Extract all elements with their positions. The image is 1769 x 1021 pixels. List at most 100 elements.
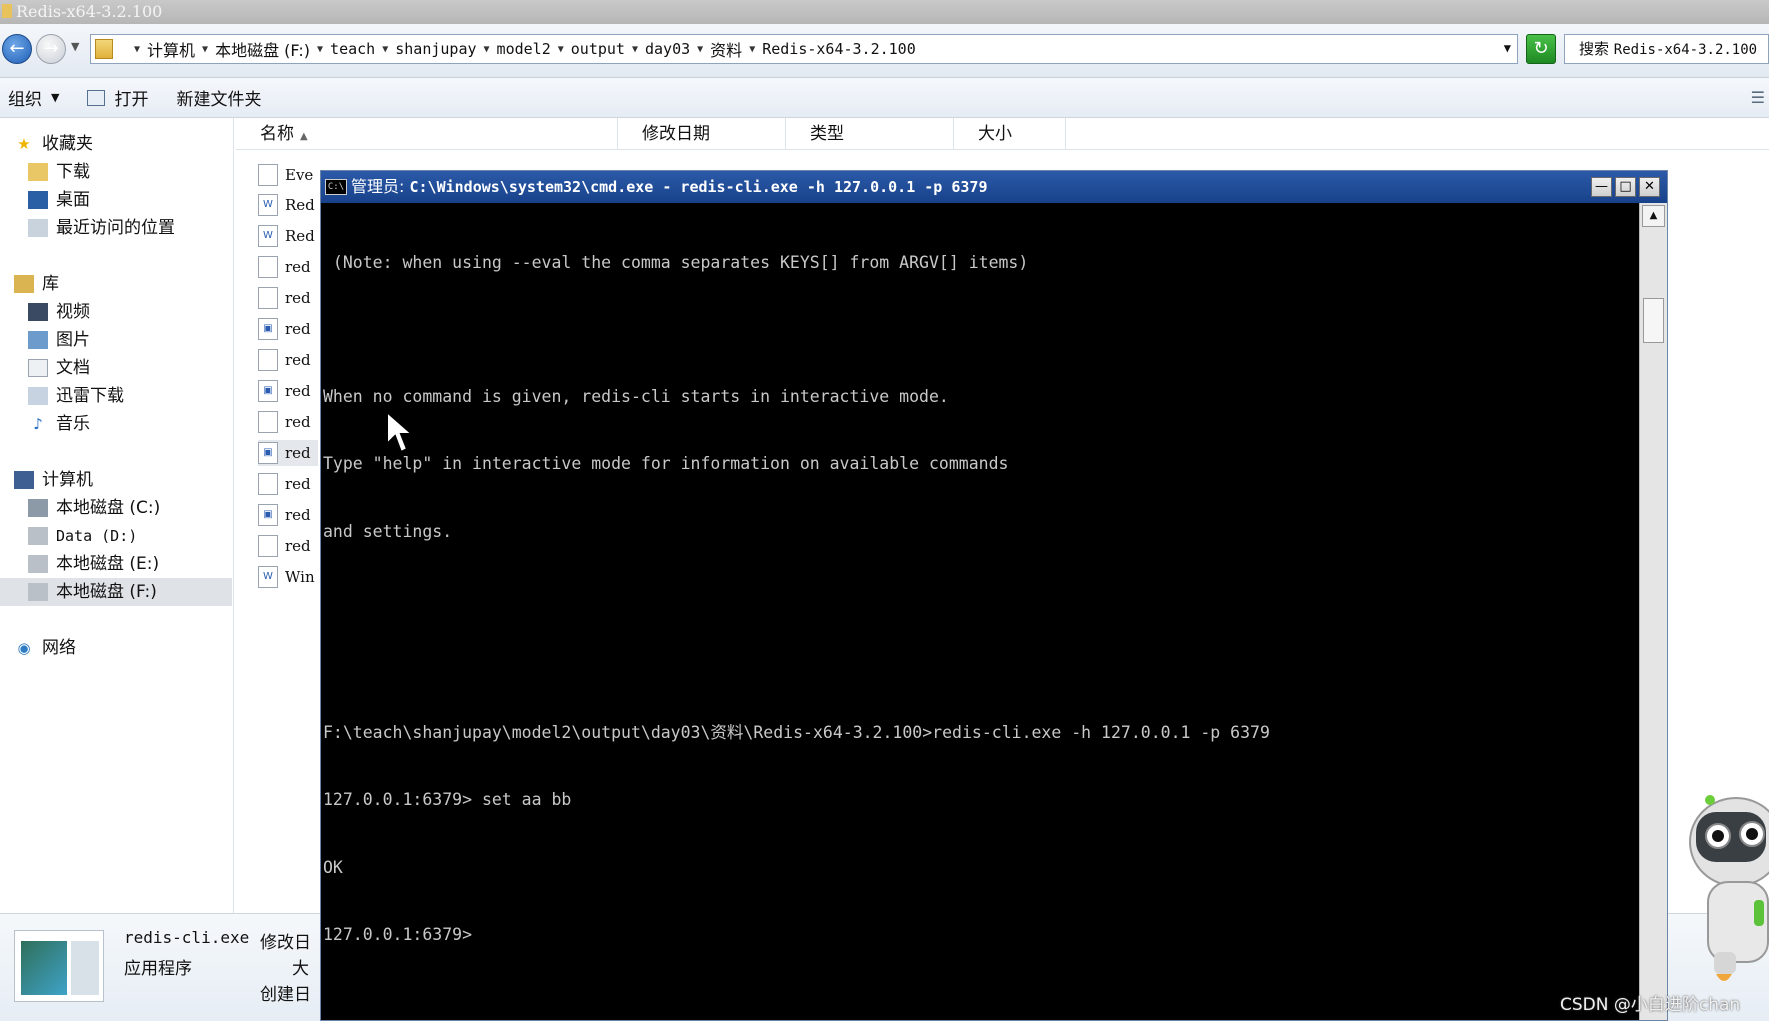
- hard-drive-icon: [28, 555, 48, 573]
- minimize-button[interactable]: —: [1591, 177, 1612, 197]
- explorer-title-bar: Redis-x64-3.2.100: [0, 0, 1769, 24]
- breadcrumb-item[interactable]: Redis-x64-3.2.100: [762, 40, 916, 58]
- file-list-item[interactable]: ▣ red: [258, 502, 318, 528]
- file-list-item-selected[interactable]: ▣ red: [258, 440, 318, 466]
- star-icon: ★: [17, 135, 31, 153]
- breadcrumb-item[interactable]: day03: [645, 40, 690, 58]
- breadcrumb-item[interactable]: output: [571, 40, 625, 58]
- chevron-down-icon[interactable]: ▼: [484, 44, 490, 55]
- sidebar-item-drive-f[interactable]: 本地磁盘 (F:): [0, 578, 232, 606]
- file-list-item[interactable]: ▣ red: [258, 378, 318, 404]
- sidebar-item-drive-c[interactable]: 本地磁盘 (C:): [28, 494, 160, 522]
- chevron-down-icon[interactable]: ▼: [697, 44, 703, 55]
- file-list-item[interactable]: red: [258, 471, 318, 497]
- breadcrumb-item[interactable]: teach: [330, 40, 375, 58]
- console-line: and settings.: [323, 521, 453, 541]
- file-name: red: [285, 289, 311, 307]
- file-list-item[interactable]: W Red: [258, 192, 318, 218]
- sidebar-item-computer[interactable]: 计算机: [14, 466, 93, 494]
- breadcrumb-item[interactable]: shanjupay: [395, 40, 476, 58]
- column-header-type[interactable]: 类型: [786, 118, 954, 150]
- chevron-down-icon[interactable]: ▼: [317, 44, 323, 55]
- file-list-item[interactable]: red: [258, 409, 318, 435]
- application-icon: ▣: [258, 442, 278, 464]
- organize-label: 组织: [8, 90, 42, 110]
- file-list-item[interactable]: ▣ red: [258, 316, 318, 342]
- open-icon: [87, 89, 106, 106]
- new-folder-button[interactable]: 新建文件夹: [176, 85, 261, 110]
- chevron-down-icon[interactable]: ▼: [202, 44, 208, 55]
- column-label: 大小: [978, 124, 1012, 144]
- console-line: F:\teach\shanjupay\model2\output\day03\资…: [323, 723, 1270, 743]
- chevron-down-icon: ▼: [51, 91, 60, 104]
- new-folder-label: 新建文件夹: [176, 90, 262, 110]
- sidebar-item-drive-e[interactable]: 本地磁盘 (E:): [28, 550, 159, 578]
- sidebar-item-drive-d[interactable]: Data (D:): [28, 522, 137, 550]
- file-list-item[interactable]: red: [258, 254, 318, 280]
- cmd-window[interactable]: C:\ 管理员: C:\Windows\system32\cmd.exe - r…: [320, 170, 1668, 1021]
- sidebar-item-downloads[interactable]: 下载: [28, 158, 90, 186]
- maximize-button[interactable]: □: [1615, 177, 1636, 197]
- document-icon: [28, 359, 48, 377]
- search-scope: Redis-x64-3.2.100: [1613, 42, 1758, 58]
- chevron-down-icon[interactable]: ▼: [382, 44, 388, 55]
- application-icon: ▣: [258, 504, 278, 526]
- column-header-size[interactable]: 大小: [954, 118, 1066, 150]
- sidebar-item-label: 计算机: [42, 470, 93, 490]
- chevron-down-icon[interactable]: ▼: [558, 44, 564, 55]
- chevron-down-icon[interactable]: ▼: [134, 44, 140, 55]
- cmd-title-prefix: 管理员:: [351, 177, 405, 196]
- file-list-item[interactable]: W Win: [258, 564, 318, 590]
- file-list-item[interactable]: red: [258, 347, 318, 373]
- breadcrumb-item[interactable]: 本地磁盘 (F:): [215, 37, 310, 61]
- system-drive-icon: [28, 499, 48, 517]
- recent-pages-dropdown[interactable]: ▼: [71, 40, 79, 53]
- sidebar-item-network[interactable]: ◉ 网络: [14, 634, 76, 662]
- sidebar-item-libraries[interactable]: 库: [14, 270, 59, 298]
- scroll-up-icon[interactable]: ▲: [1642, 205, 1665, 227]
- sidebar-item-favorites[interactable]: ★ 收藏夹: [14, 130, 93, 158]
- sidebar-item-documents[interactable]: 文档: [28, 354, 90, 382]
- sidebar-item-pictures[interactable]: 图片: [28, 326, 90, 354]
- organize-menu[interactable]: 组织 ▼: [8, 85, 59, 110]
- column-header-modified[interactable]: 修改日期: [618, 118, 786, 150]
- file-list-item[interactable]: Eve: [258, 162, 318, 188]
- chevron-down-icon[interactable]: ▼: [632, 44, 638, 55]
- forward-button[interactable]: →: [36, 34, 66, 64]
- refresh-button[interactable]: ↻: [1526, 34, 1556, 64]
- console-output[interactable]: (Note: when using --eval the comma separ…: [321, 203, 1639, 1020]
- arrow-left-icon: ←: [9, 38, 25, 59]
- file-icon: [258, 349, 278, 371]
- close-button[interactable]: ✕: [1639, 177, 1660, 197]
- breadcrumb-item[interactable]: model2: [497, 40, 551, 58]
- sidebar-item-recent-places[interactable]: 最近访问的位置: [28, 214, 175, 242]
- console-prompt[interactable]: 127.0.0.1:6379>: [323, 924, 1637, 946]
- back-button[interactable]: ←: [2, 34, 32, 64]
- file-name: red: [285, 258, 311, 276]
- search-input[interactable]: 搜索 Redis-x64-3.2.100: [1564, 34, 1769, 64]
- open-button[interactable]: 打开: [87, 85, 148, 110]
- vertical-scrollbar[interactable]: ▲: [1639, 203, 1667, 1020]
- sidebar-item-desktop[interactable]: 桌面: [28, 186, 90, 214]
- sidebar-item-label: 网络: [42, 638, 76, 658]
- sidebar-item-music[interactable]: ♪ 音乐: [28, 410, 90, 438]
- view-options-icon[interactable]: ☰: [1751, 88, 1765, 107]
- application-icon: ▣: [258, 380, 278, 402]
- file-list-item[interactable]: red: [258, 533, 318, 559]
- file-list-item[interactable]: W Red: [258, 223, 318, 249]
- cmd-title-bar[interactable]: C:\ 管理员: C:\Windows\system32\cmd.exe - r…: [321, 171, 1667, 203]
- scrollbar-thumb[interactable]: [1643, 298, 1664, 343]
- file-name: red: [285, 444, 311, 462]
- column-header-name[interactable]: 名称 ▲: [236, 118, 618, 150]
- file-list-item[interactable]: red: [258, 285, 318, 311]
- sidebar-item-videos[interactable]: 视频: [28, 298, 90, 326]
- sidebar-item-label: 音乐: [56, 414, 90, 434]
- address-bar[interactable]: ▼ 计算机 ▼ 本地磁盘 (F:) ▼ teach ▼ shanjupay ▼ …: [90, 34, 1518, 64]
- chevron-down-icon[interactable]: ▼: [749, 44, 755, 55]
- sidebar-item-thunder-downloads[interactable]: 迅雷下载: [28, 382, 124, 410]
- thunder-download-icon: [28, 387, 48, 405]
- breadcrumb-item[interactable]: 计算机: [147, 37, 195, 61]
- breadcrumb-item[interactable]: 资料: [710, 37, 742, 61]
- address-history-dropdown[interactable]: ▼: [1504, 41, 1511, 55]
